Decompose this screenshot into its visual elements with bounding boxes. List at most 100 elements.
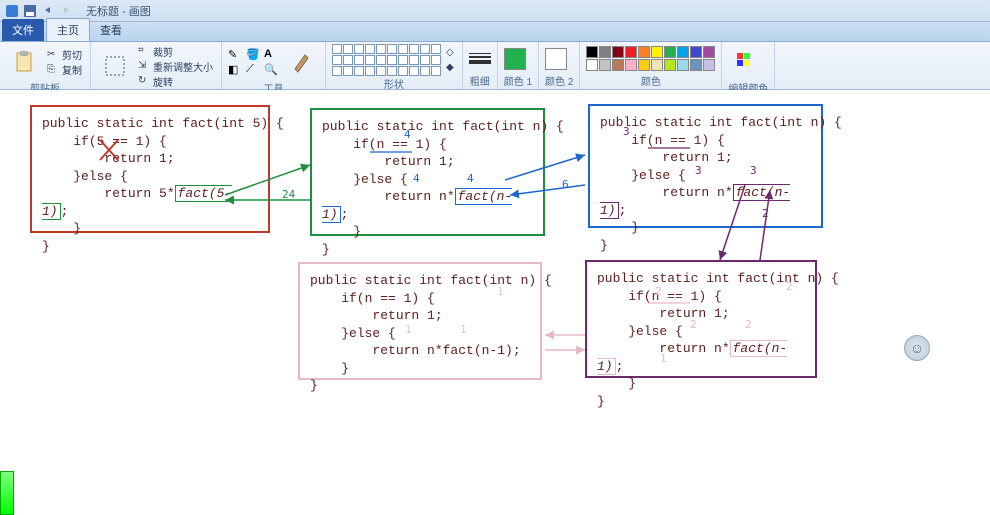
color-palette-row1[interactable] — [586, 46, 715, 58]
shape-outline[interactable]: ◇ — [444, 46, 456, 60]
color-cell[interactable] — [638, 46, 650, 58]
crop-button[interactable]: ⌗裁剪 — [136, 44, 215, 58]
annotation: 1 — [497, 285, 504, 298]
annotation: 2 — [786, 280, 793, 293]
color-cell[interactable] — [612, 46, 624, 58]
undo-icon[interactable] — [40, 3, 56, 19]
group-shapes: ◇ ◆ 形状 — [326, 42, 463, 89]
save-icon[interactable] — [22, 3, 38, 19]
shape-cell[interactable] — [398, 66, 408, 76]
shape-cell[interactable] — [409, 66, 419, 76]
shape-cell[interactable] — [376, 44, 386, 54]
resize-button[interactable]: ⇲重新调整大小 — [136, 59, 215, 73]
color-cell[interactable] — [664, 46, 676, 58]
group-clipboard: ✂剪切 ⎘复制 剪贴板 — [0, 42, 91, 89]
shape-cell[interactable] — [387, 55, 397, 65]
shape-fill[interactable]: ◆ — [444, 61, 456, 75]
copy-button[interactable]: ⎘复制 — [45, 63, 84, 77]
color-cell[interactable] — [625, 46, 637, 58]
shape-cell[interactable] — [354, 55, 364, 65]
annotation: 3 — [695, 164, 702, 177]
color-cell[interactable] — [677, 46, 689, 58]
shape-cell[interactable] — [420, 55, 430, 65]
shape-cell[interactable] — [387, 66, 397, 76]
shape-cell[interactable] — [332, 66, 342, 76]
annotation: 4 — [467, 172, 474, 185]
shape-cell[interactable] — [409, 44, 419, 54]
annotation: 1 — [460, 323, 467, 336]
redo-icon[interactable] — [58, 3, 74, 19]
color-cell[interactable] — [599, 59, 611, 71]
color-cell[interactable] — [651, 59, 663, 71]
shape-cell[interactable] — [420, 66, 430, 76]
color-cell[interactable] — [703, 46, 715, 58]
ribbon: ✂剪切 ⎘复制 剪贴板 ⌗裁剪 ⇲重新调整大小 ↻旋转 图像 ✎ 🪣 A ◧ ⟋… — [0, 42, 990, 90]
color-cell[interactable] — [690, 59, 702, 71]
shape-cell[interactable] — [332, 44, 342, 54]
shape-cell[interactable] — [431, 44, 441, 54]
pencil-tool[interactable]: ✎ — [228, 48, 244, 61]
edit-colors-button[interactable] — [728, 44, 764, 80]
shape-cell[interactable] — [398, 55, 408, 65]
group-linewidth: 粗细 — [463, 42, 498, 89]
tab-view[interactable]: 查看 — [90, 19, 132, 41]
shape-cell[interactable] — [387, 44, 397, 54]
zoom-tool[interactable]: 🔍 — [264, 63, 280, 76]
shape-cell[interactable] — [343, 66, 353, 76]
cut-button[interactable]: ✂剪切 — [45, 48, 84, 62]
shape-cell[interactable] — [343, 44, 353, 54]
color-cell[interactable] — [651, 46, 663, 58]
picker-tool[interactable]: ⟋ — [246, 63, 262, 76]
brush-button[interactable] — [283, 44, 319, 80]
color-cell[interactable] — [599, 46, 611, 58]
shape-cell[interactable] — [332, 55, 342, 65]
rotate-button[interactable]: ↻旋转 — [136, 74, 215, 88]
annotation: 3 — [750, 164, 757, 177]
fill-tool[interactable]: 🪣 — [246, 48, 262, 61]
shape-cell[interactable] — [409, 55, 419, 65]
cb-red: public static int fact(int 5) { if(5 == … — [30, 105, 270, 233]
color2-swatch[interactable] — [545, 48, 567, 70]
title-bar: 无标题 - 画图 — [0, 0, 990, 22]
text-tool[interactable]: A — [264, 48, 280, 61]
shape-cell[interactable] — [431, 66, 441, 76]
color-cell[interactable] — [664, 59, 676, 71]
paste-button[interactable] — [6, 44, 42, 80]
shape-gallery[interactable] — [332, 44, 441, 76]
shape-cell[interactable] — [376, 66, 386, 76]
color-cell[interactable] — [638, 59, 650, 71]
shape-cell[interactable] — [398, 44, 408, 54]
eraser-tool[interactable]: ◧ — [228, 63, 244, 76]
canvas[interactable]: public static int fact(int 5) { if(5 == … — [0, 90, 990, 515]
color-cell[interactable] — [677, 59, 689, 71]
color-cell[interactable] — [612, 59, 624, 71]
shape-cell[interactable] — [365, 44, 375, 54]
group-editcolors: 编辑颜色 — [722, 42, 775, 89]
tab-home[interactable]: 主页 — [46, 18, 90, 41]
color-cell[interactable] — [586, 59, 598, 71]
linewidth-button[interactable] — [469, 53, 491, 64]
assist-icon[interactable]: ☺ — [904, 335, 930, 361]
shape-cell[interactable] — [420, 44, 430, 54]
shape-cell[interactable] — [365, 66, 375, 76]
color-palette-row2[interactable] — [586, 59, 715, 71]
shape-cell[interactable] — [365, 55, 375, 65]
cb-maroon: public static int fact(int n) { if(n == … — [585, 260, 817, 378]
tab-file[interactable]: 文件 — [2, 19, 44, 41]
color-cell[interactable] — [586, 46, 598, 58]
shape-cell[interactable] — [354, 66, 364, 76]
group-label: 粗细 — [469, 73, 491, 89]
copy-icon: ⎘ — [47, 64, 59, 76]
shape-cell[interactable] — [343, 55, 353, 65]
select-button[interactable] — [97, 48, 133, 84]
color-cell[interactable] — [703, 59, 715, 71]
shape-cell[interactable] — [354, 44, 364, 54]
window-title: 无标题 - 画图 — [86, 3, 151, 19]
annotation: 1 — [660, 352, 667, 365]
color-cell[interactable] — [625, 59, 637, 71]
shape-cell[interactable] — [376, 55, 386, 65]
rotate-icon: ↻ — [138, 75, 150, 87]
color-cell[interactable] — [690, 46, 702, 58]
shape-cell[interactable] — [431, 55, 441, 65]
color1-swatch[interactable] — [504, 48, 526, 70]
